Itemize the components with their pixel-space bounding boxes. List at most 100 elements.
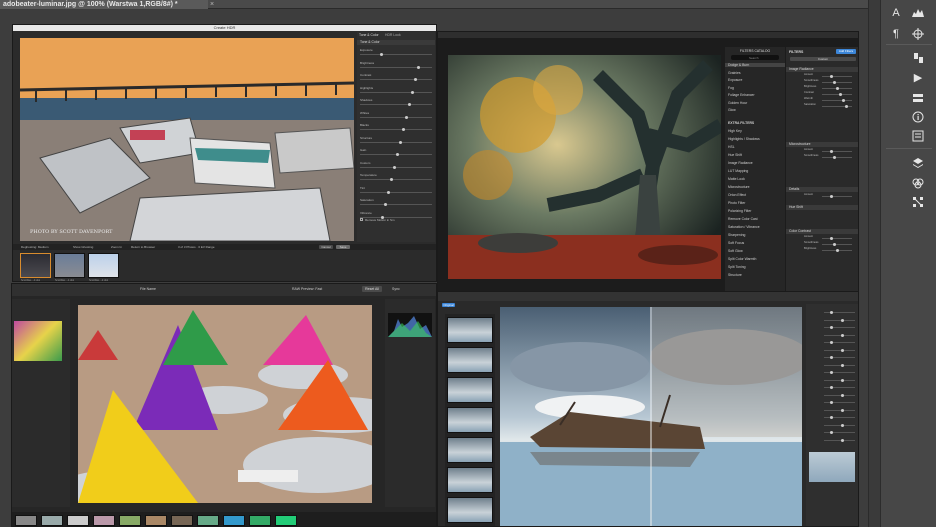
slider-handle[interactable]	[414, 78, 417, 81]
slider-handle[interactable]	[842, 99, 845, 102]
catalog-item[interactable]: Golden Hour	[728, 101, 747, 105]
brush-icon[interactable]	[911, 52, 925, 64]
slider-handle[interactable]	[417, 65, 420, 69]
aurora-slider[interactable]	[824, 356, 855, 359]
filmstrip-thumb[interactable]	[67, 515, 89, 526]
slider-track[interactable]	[360, 203, 432, 206]
show-ghosting-toggle[interactable]: Show Ghosting	[73, 245, 93, 249]
preview-thumb[interactable]	[809, 452, 855, 482]
extra-filter-item[interactable]: Polarizing Filter	[728, 209, 751, 213]
slider-handle[interactable]	[396, 153, 399, 156]
reset-all-button[interactable]: Reset All	[362, 286, 382, 292]
extra-filter-item[interactable]: Structure	[728, 273, 742, 277]
add-filters-button[interactable]: Add Filters	[836, 49, 856, 54]
preset-thumb[interactable]	[447, 437, 493, 463]
slider-track[interactable]	[360, 140, 432, 144]
aurora-slider[interactable]	[824, 416, 855, 419]
filter-slider[interactable]	[822, 195, 852, 198]
paragraph-icon[interactable]: ¶	[889, 28, 903, 40]
filter-slider[interactable]	[822, 87, 852, 90]
extra-filter-item[interactable]: Saturation / Vibrance	[728, 225, 760, 229]
filter-section[interactable]: Color Contrast	[786, 229, 858, 234]
save-button[interactable]: Save	[336, 245, 350, 249]
slider-handle[interactable]	[841, 363, 844, 367]
slider-handle[interactable]	[830, 195, 833, 198]
bracket-thumb-1[interactable]	[20, 253, 51, 278]
extra-filter-item[interactable]: Photo Filter	[728, 201, 745, 205]
raw-preview-dropdown[interactable]: RAW Preview: Fast	[292, 287, 322, 291]
slider-handle[interactable]	[830, 386, 833, 389]
catalog-item[interactable]: Exposure	[728, 78, 742, 82]
slider-handle[interactable]	[841, 438, 844, 442]
slider-handle[interactable]	[830, 75, 833, 78]
remove-motion-checkbox[interactable]	[360, 218, 363, 221]
filmstrip-thumb[interactable]	[249, 515, 271, 526]
aurora-slider[interactable]	[824, 386, 855, 389]
slider-track[interactable]	[360, 178, 432, 181]
adjustments-icon[interactable]	[911, 92, 925, 104]
slider-handle[interactable]	[845, 105, 848, 108]
slider-handle[interactable]	[836, 87, 839, 90]
slider-handle[interactable]	[830, 150, 833, 153]
filter-slider[interactable]	[822, 237, 852, 240]
aurora-slider[interactable]	[824, 438, 855, 442]
paths-icon[interactable]	[911, 196, 925, 208]
extra-filter-item[interactable]: LUT Mapping	[728, 169, 748, 173]
slider-handle[interactable]	[393, 165, 396, 169]
filter-slider[interactable]	[822, 81, 852, 84]
slider-handle[interactable]	[836, 249, 839, 252]
filter-slider[interactable]	[822, 150, 852, 153]
extra-filter-item[interactable]: HSL	[728, 145, 735, 149]
slider-track[interactable]	[360, 190, 432, 194]
zoom-in-link[interactable]: Zoom In	[111, 245, 122, 249]
extra-filter-item[interactable]: Hue Shift	[728, 153, 742, 157]
extra-filter-item[interactable]: High Key	[728, 129, 742, 133]
panel-tab-look[interactable]: HDR Look	[385, 33, 401, 37]
bracket-thumb-3[interactable]	[88, 253, 119, 278]
aurora-slider[interactable]	[824, 311, 855, 314]
preset-thumb[interactable]	[447, 317, 493, 343]
preset-thumb[interactable]	[447, 347, 493, 373]
filmstrip-thumb[interactable]	[119, 515, 141, 526]
filmstrip-thumb[interactable]	[223, 515, 245, 526]
extra-filter-item[interactable]: Sharpening	[728, 233, 745, 237]
extra-filter-item[interactable]: Split Toning	[728, 265, 745, 269]
histogram-icon[interactable]	[911, 7, 925, 19]
panel-tab-tone[interactable]: Tone & Color	[359, 33, 379, 37]
bracket-thumb-2[interactable]	[54, 253, 85, 278]
extra-filter-item[interactable]: Image Radiance	[728, 161, 753, 165]
close-icon[interactable]: ×	[210, 0, 214, 9]
slider-handle[interactable]	[833, 243, 836, 246]
slider-track[interactable]	[360, 128, 432, 131]
slider-handle[interactable]	[384, 203, 387, 206]
channels-icon[interactable]	[911, 177, 925, 189]
filmstrip-thumb[interactable]	[171, 515, 193, 526]
slider-handle[interactable]	[830, 416, 833, 419]
aurora-slider[interactable]	[824, 371, 855, 374]
filter-slider[interactable]	[822, 249, 852, 252]
extra-filter-item[interactable]: Soft Glow	[728, 249, 743, 253]
aurora-slider[interactable]	[824, 408, 855, 412]
slider-track[interactable]	[360, 90, 432, 94]
aurora-slider[interactable]	[824, 341, 855, 344]
filmstrip-thumb[interactable]	[145, 515, 167, 526]
scroll-column[interactable]	[868, 0, 880, 527]
slider-handle[interactable]	[830, 326, 833, 329]
deghost-dropdown[interactable]: Deghosting: Medium	[21, 245, 49, 249]
slider-handle[interactable]	[380, 53, 383, 56]
slider-handle[interactable]	[830, 341, 833, 344]
preset-thumb[interactable]	[447, 407, 493, 433]
properties-icon[interactable]	[911, 130, 925, 142]
filter-slider[interactable]	[822, 243, 852, 246]
slider-handle[interactable]	[839, 93, 842, 96]
slider-handle[interactable]	[830, 356, 833, 359]
filter-section[interactable]: Microstructure	[786, 142, 858, 147]
slider-handle[interactable]	[841, 408, 844, 412]
sync-button[interactable]: Sync	[392, 287, 400, 291]
aurora-slider[interactable]	[824, 393, 855, 397]
slider-track[interactable]	[360, 103, 432, 106]
slider-handle[interactable]	[402, 128, 405, 131]
catalog-item[interactable]: Foliage Enhancer	[728, 93, 755, 97]
extra-filter-item[interactable]: Split Color Warmth	[728, 257, 756, 261]
slider-handle[interactable]	[841, 423, 844, 427]
